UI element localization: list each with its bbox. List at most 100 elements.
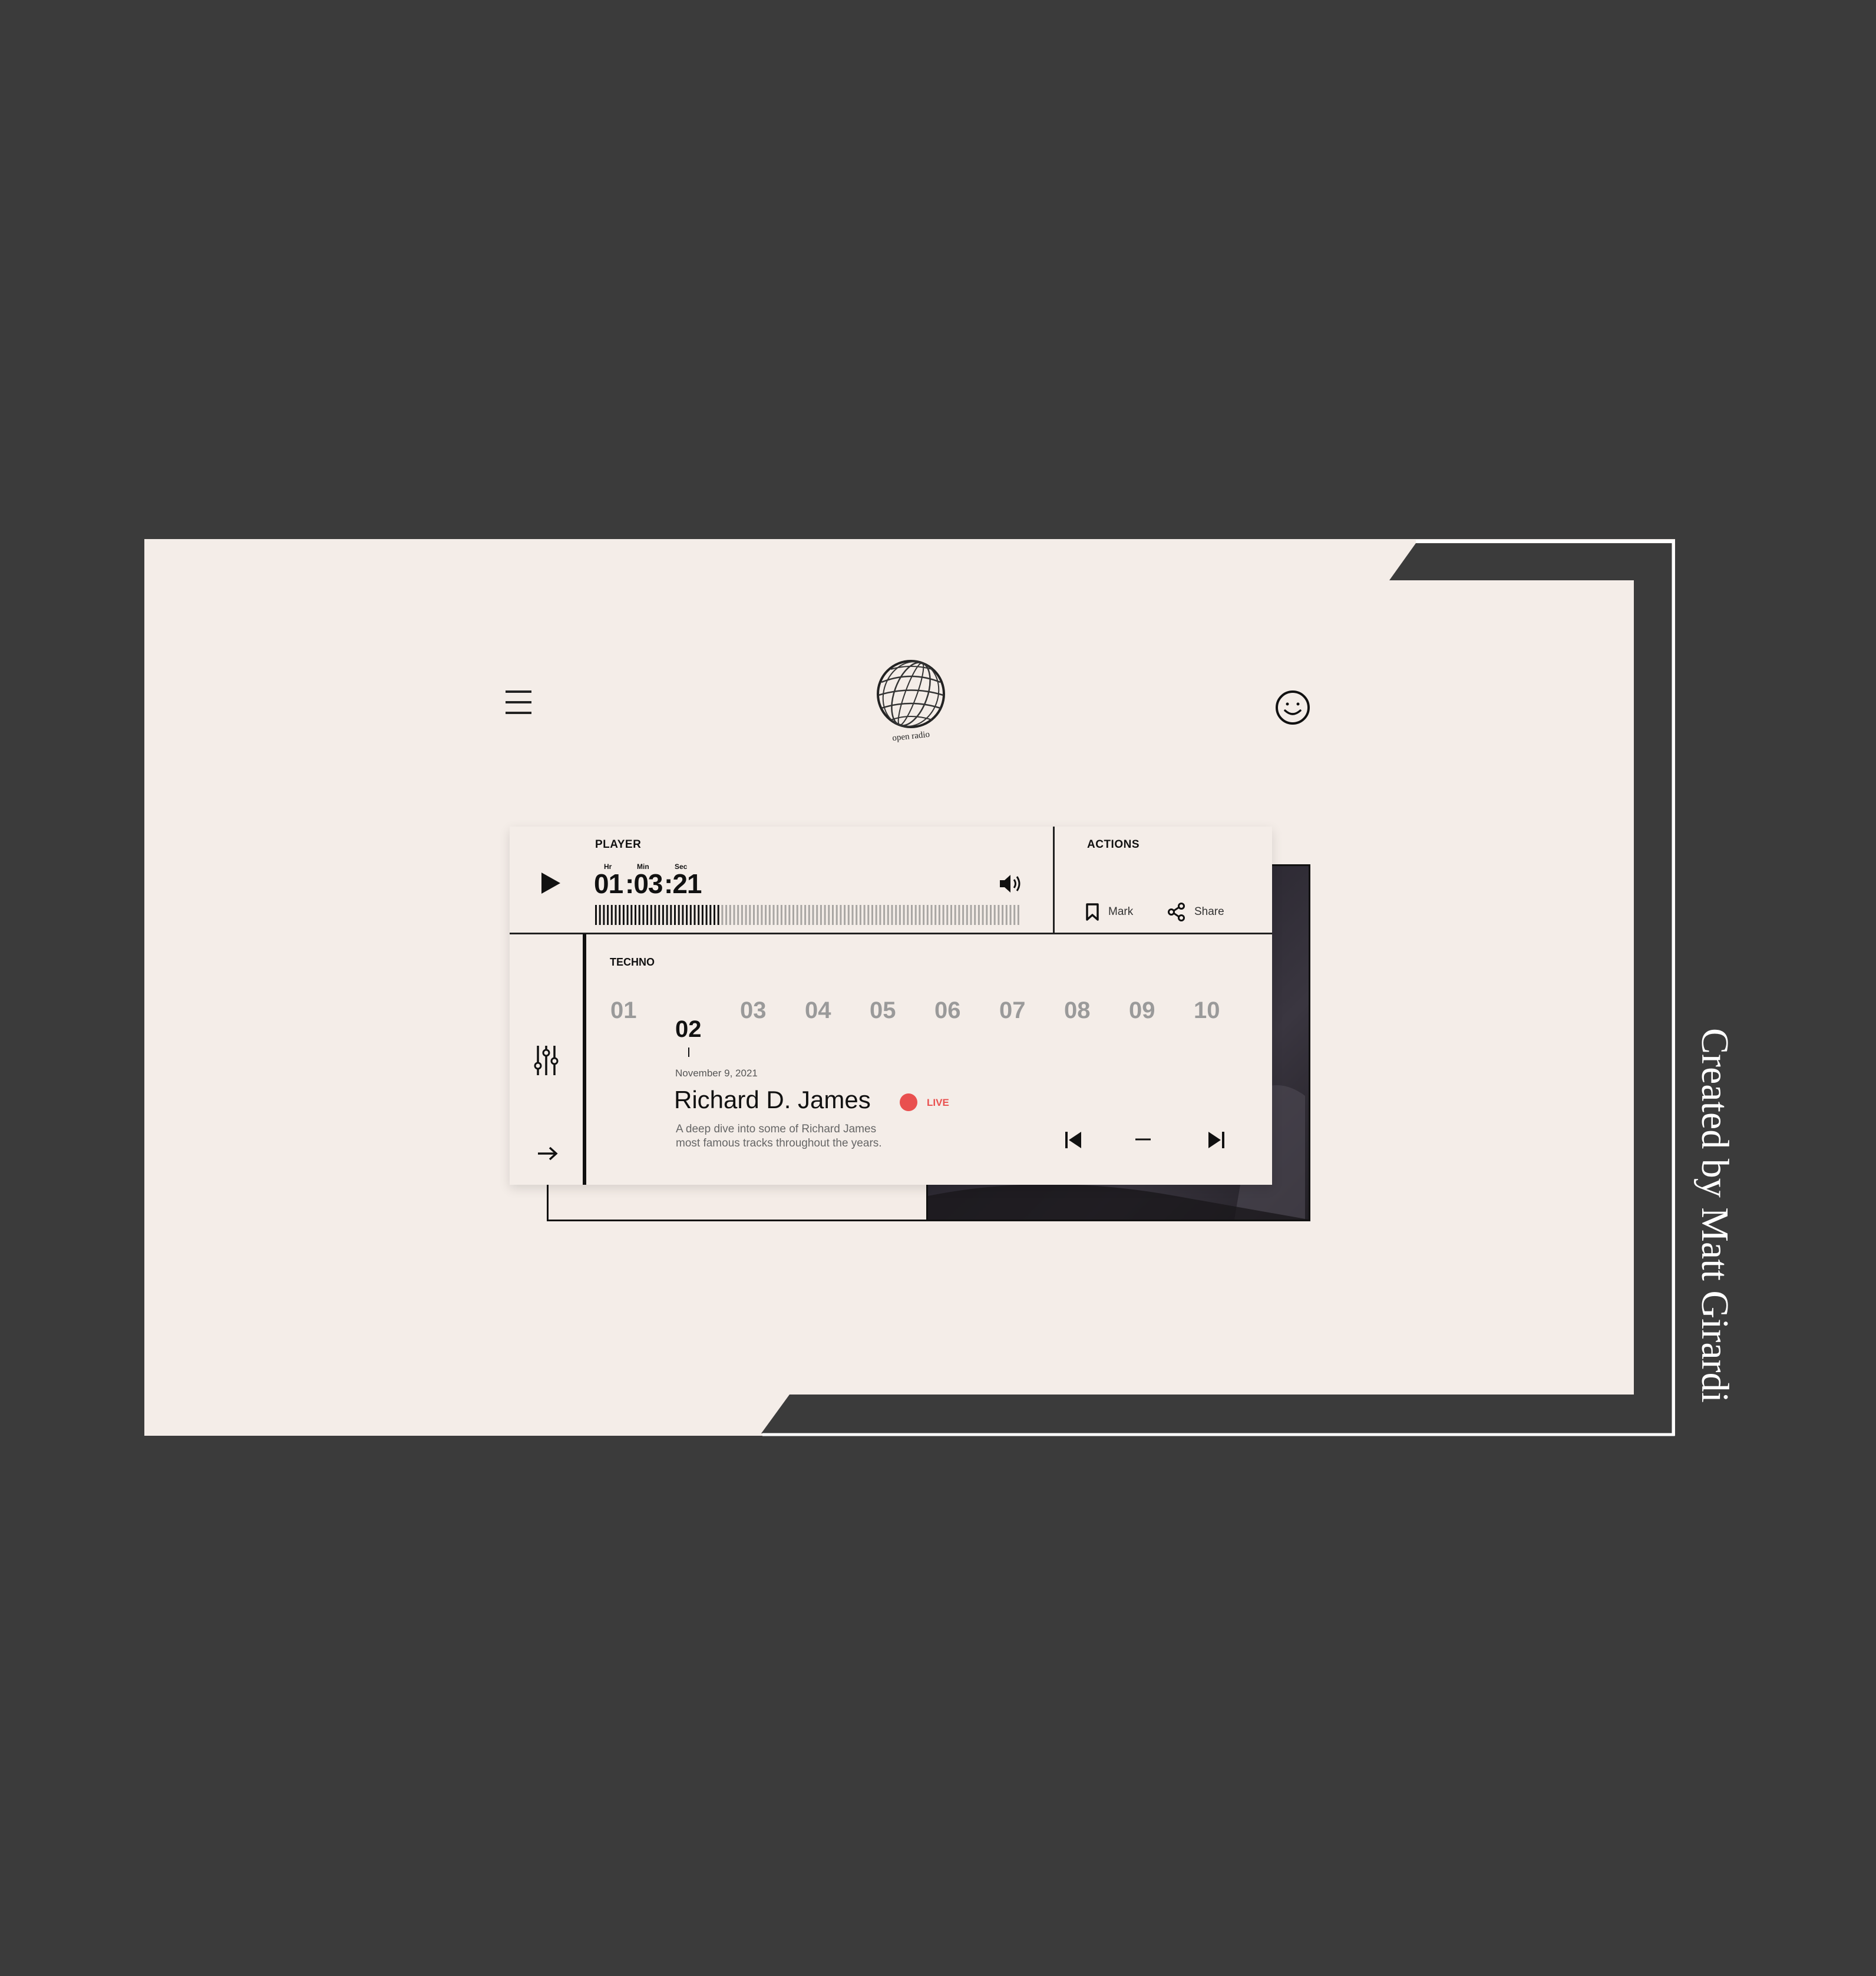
waveform-tick [938, 905, 940, 925]
waveform-tick [788, 905, 791, 925]
waveform-tick [844, 905, 846, 925]
waveform-tick-played [682, 905, 684, 925]
track-07[interactable]: 07 [999, 997, 1026, 1024]
volume-button[interactable] [999, 873, 1022, 894]
waveform-tick [796, 905, 798, 925]
next-page-button[interactable] [536, 1145, 559, 1162]
globe-icon: open radio [877, 660, 945, 743]
waveform-tick [970, 905, 972, 925]
waveform-tick [792, 905, 794, 925]
waveform-tick [847, 905, 850, 925]
second-value: :21 [664, 868, 702, 899]
waveform-tick-played [635, 905, 636, 925]
player-label: PLAYER [595, 838, 642, 851]
arrow-right-icon [538, 1146, 558, 1161]
waveform-tick [887, 905, 889, 925]
equalizer-button[interactable] [533, 1045, 559, 1076]
share-button[interactable]: Share [1165, 901, 1236, 922]
waveform-tick-played [646, 905, 649, 925]
track-09[interactable]: 09 [1129, 997, 1155, 1024]
waveform-tick [942, 905, 944, 925]
actions-label: ACTIONS [1087, 838, 1140, 851]
waveform-tick [946, 905, 949, 925]
waveform-tick [765, 905, 767, 925]
waveform-tick-played [610, 905, 613, 925]
open-radio-logo[interactable]: open radio [874, 659, 947, 743]
track-03[interactable]: 03 [740, 997, 767, 1024]
waveform-tick [856, 905, 858, 925]
waveform-tick [891, 905, 893, 925]
description-line: most famous tracks throughout the years. [676, 1137, 882, 1149]
track-06[interactable]: 06 [934, 997, 961, 1024]
waveform-tick [859, 905, 861, 925]
waveform-tick [800, 905, 802, 925]
track-10[interactable]: 10 [1194, 997, 1220, 1024]
waveform-tick [757, 905, 759, 925]
dash-icon [1135, 1138, 1151, 1141]
waveform-tick-played [714, 905, 715, 925]
waveform-tick [993, 905, 996, 925]
waveform-tick [998, 905, 1000, 925]
skip-back-icon [1065, 1132, 1081, 1148]
waveform-tick-played [717, 905, 719, 925]
episode-date: November 9, 2021 [675, 1068, 758, 1079]
waveform-tick-played [630, 905, 633, 925]
track-04[interactable]: 04 [805, 997, 831, 1024]
waveform-tick-played [678, 905, 680, 925]
share-label: Share [1194, 906, 1224, 918]
track-08[interactable]: 08 [1064, 997, 1091, 1024]
waveform-tick [930, 905, 933, 925]
waveform-tick-played [603, 905, 605, 925]
waveform-tick [777, 905, 779, 925]
description-line: A deep dive into some of Richard James [676, 1123, 877, 1135]
divider [510, 933, 1272, 934]
waveform-tick [753, 905, 755, 925]
smiley-icon [1276, 690, 1310, 725]
waveform-tick [816, 905, 818, 925]
waveform-tick [812, 905, 814, 925]
waveform-tick-played [693, 905, 696, 925]
frame-top-wedge [1389, 543, 1634, 580]
waveform-tick [1009, 905, 1012, 925]
waveform-tick-played [599, 905, 601, 925]
track-01[interactable]: 01 [610, 997, 637, 1024]
waveform-tick [835, 905, 838, 925]
waveform-tick [721, 905, 724, 925]
waveform-tick [871, 905, 873, 925]
mark-button[interactable]: Mark [1082, 901, 1147, 922]
waveform-tick [903, 905, 905, 925]
waveform-tick [875, 905, 877, 925]
waveform-tick [761, 905, 763, 925]
waveform-tick [919, 905, 921, 925]
previous-button[interactable] [1063, 1130, 1084, 1150]
logo-text: open radio [892, 730, 930, 742]
progress-waveform[interactable] [595, 904, 1022, 926]
waveform-tick [954, 905, 956, 925]
menu-button[interactable] [506, 689, 534, 716]
waveform-tick [784, 905, 787, 925]
waveform-tick [1002, 905, 1004, 925]
waveform-tick [733, 905, 735, 925]
waveform-tick [986, 905, 988, 925]
waveform-tick [820, 905, 822, 925]
stop-button[interactable] [1134, 1131, 1152, 1148]
waveform-tick-played [638, 905, 640, 925]
waveform-tick [729, 905, 731, 925]
waveform-tick [883, 905, 886, 925]
hour-value: 01 [594, 868, 623, 899]
waveform-tick [749, 905, 751, 925]
next-button[interactable] [1206, 1130, 1226, 1150]
track-02[interactable]: 02 [675, 1016, 702, 1043]
waveform-tick [982, 905, 984, 925]
skip-forward-icon [1208, 1132, 1224, 1148]
track-05[interactable]: 05 [870, 997, 896, 1024]
waveform-tick-played [662, 905, 664, 925]
waveform-tick [962, 905, 965, 925]
waveform-tick [914, 905, 917, 925]
waveform-tick-played [670, 905, 672, 925]
waveform-tick [958, 905, 960, 925]
play-button[interactable] [540, 871, 562, 895]
waveform-tick-played [701, 905, 704, 925]
artist-name: Richard D. James [674, 1086, 871, 1113]
account-button[interactable] [1274, 689, 1311, 726]
